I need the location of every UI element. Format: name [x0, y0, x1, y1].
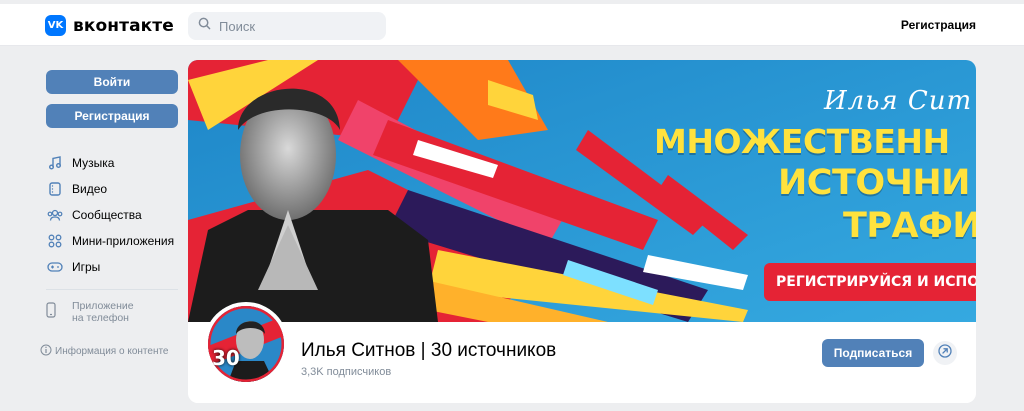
mobile-app-link[interactable]: Приложение на телефон — [46, 300, 178, 324]
left-sidebar: Войти Регистрация Музыка Видео Сообществ… — [40, 70, 178, 359]
sidebar-divider — [46, 289, 178, 290]
communities-icon — [46, 206, 64, 224]
login-button[interactable]: Войти — [46, 70, 178, 94]
community-card: Илья Сит МНОЖЕСТВЕНН ИСТОЧНИ ТРАФИ РЕГИС… — [188, 60, 976, 403]
cover-headline-2: ИСТОЧНИ — [778, 163, 970, 203]
sidebar-nav: Музыка Видео Сообщества Мини-приложения … — [46, 150, 178, 280]
games-icon — [46, 258, 64, 276]
header-register-link[interactable]: Регистрация — [901, 18, 976, 32]
cover-signature: Илья Сит — [824, 86, 973, 116]
sidebar-item-music[interactable]: Музыка — [46, 150, 178, 176]
info-icon — [40, 344, 52, 359]
video-icon — [46, 180, 64, 198]
sidebar-item-mini-apps[interactable]: Мини-приложения — [46, 228, 178, 254]
avatar[interactable]: 30 — [204, 302, 288, 386]
cover-headline-3: ТРАФИ — [843, 206, 976, 246]
sidebar-item-label: Игры — [72, 260, 101, 274]
sidebar-item-label: Сообщества — [72, 208, 142, 222]
subscriber-count[interactable]: 3,3K подписчиков — [301, 366, 391, 378]
sidebar-item-video[interactable]: Видео — [46, 176, 178, 202]
top-header: VK вконтакте Регистрация — [0, 4, 1024, 46]
avatar-badge: 30 — [212, 346, 240, 370]
sidebar-item-label: Музыка — [72, 156, 115, 170]
cover-headline-1: МНОЖЕСТВЕНН — [654, 122, 950, 161]
logo-text: вконтакте — [73, 15, 174, 36]
share-arrow-icon — [938, 343, 952, 363]
share-button[interactable] — [933, 341, 957, 365]
phone-icon — [46, 300, 64, 321]
subscribe-button[interactable]: Подписаться — [822, 339, 924, 367]
mobile-app-label: Приложение на телефон — [72, 300, 134, 324]
cover-cta-banner: РЕГИСТРИРУЙСЯ И ИСПОЛ — [764, 263, 976, 301]
search-box[interactable] — [188, 12, 386, 40]
community-header: 30 Илья Ситнов | 30 источников 3,3K подп… — [188, 302, 976, 403]
cover-image: Илья Сит МНОЖЕСТВЕНН ИСТОЧНИ ТРАФИ РЕГИС… — [188, 60, 976, 322]
search-icon — [198, 17, 211, 35]
music-icon — [46, 154, 64, 172]
vk-logo[interactable]: VK вконтакте — [45, 15, 174, 36]
page-title: Илья Ситнов | 30 источников — [301, 340, 557, 361]
content-info-link[interactable]: Информация о контенте — [40, 344, 178, 359]
sidebar-item-communities[interactable]: Сообщества — [46, 202, 178, 228]
register-button[interactable]: Регистрация — [46, 104, 178, 128]
sidebar-item-label: Мини-приложения — [72, 234, 175, 248]
search-input[interactable] — [219, 18, 369, 34]
content-info-label: Информация о контенте — [55, 346, 169, 357]
sidebar-item-games[interactable]: Игры — [46, 254, 178, 280]
sidebar-item-label: Видео — [72, 182, 108, 196]
avatar-image: 30 — [208, 306, 284, 382]
vk-logo-icon: VK — [45, 15, 66, 36]
mini-apps-icon — [46, 232, 64, 250]
